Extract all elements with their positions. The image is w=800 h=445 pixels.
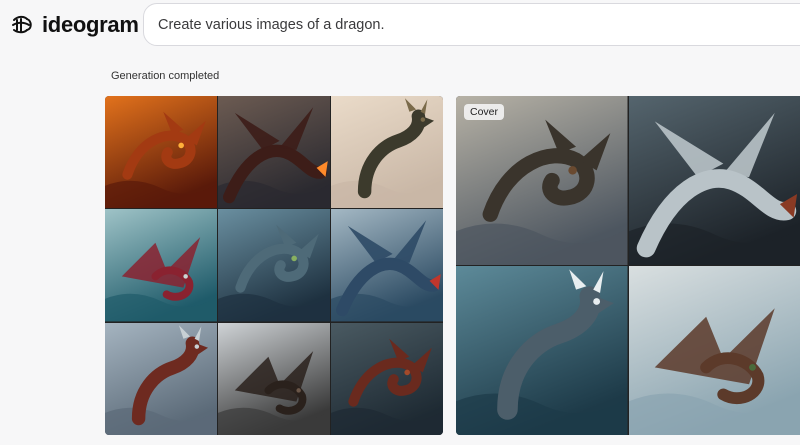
grid-b-image-1[interactable] <box>456 96 628 265</box>
image-grid-2x2[interactable] <box>456 96 800 435</box>
prompt-input-text: Create various images of a dragon. <box>158 16 385 33</box>
grid-a-image-8[interactable] <box>218 322 330 435</box>
ideogram-logo-icon <box>10 12 36 38</box>
ideogram-logo[interactable]: ideogram <box>10 10 139 40</box>
grid-a-image-2[interactable] <box>218 96 330 209</box>
grid-b-image-3[interactable] <box>456 266 628 435</box>
grid-b-image-4[interactable] <box>628 266 800 435</box>
grid-a-image-3[interactable] <box>331 96 443 209</box>
grid-b-image-2[interactable] <box>628 96 800 265</box>
brand-name: ideogram <box>42 12 139 37</box>
cover-badge: Cover <box>464 104 505 120</box>
grid-a-image-7[interactable] <box>105 322 217 435</box>
grid-a-image-5[interactable] <box>218 209 330 322</box>
image-grid-3x3[interactable] <box>105 96 443 435</box>
generation-status: Generation completed <box>111 70 220 82</box>
grid-a-image-6[interactable] <box>331 209 443 322</box>
grid-a-image-4[interactable] <box>105 209 217 322</box>
prompt-input[interactable]: Create various images of a dragon. <box>143 3 800 46</box>
top-bar: ideogram Create various images of a drag… <box>0 0 800 58</box>
grid-a-image-9[interactable] <box>331 322 443 435</box>
grid-a-image-1[interactable] <box>105 96 217 209</box>
